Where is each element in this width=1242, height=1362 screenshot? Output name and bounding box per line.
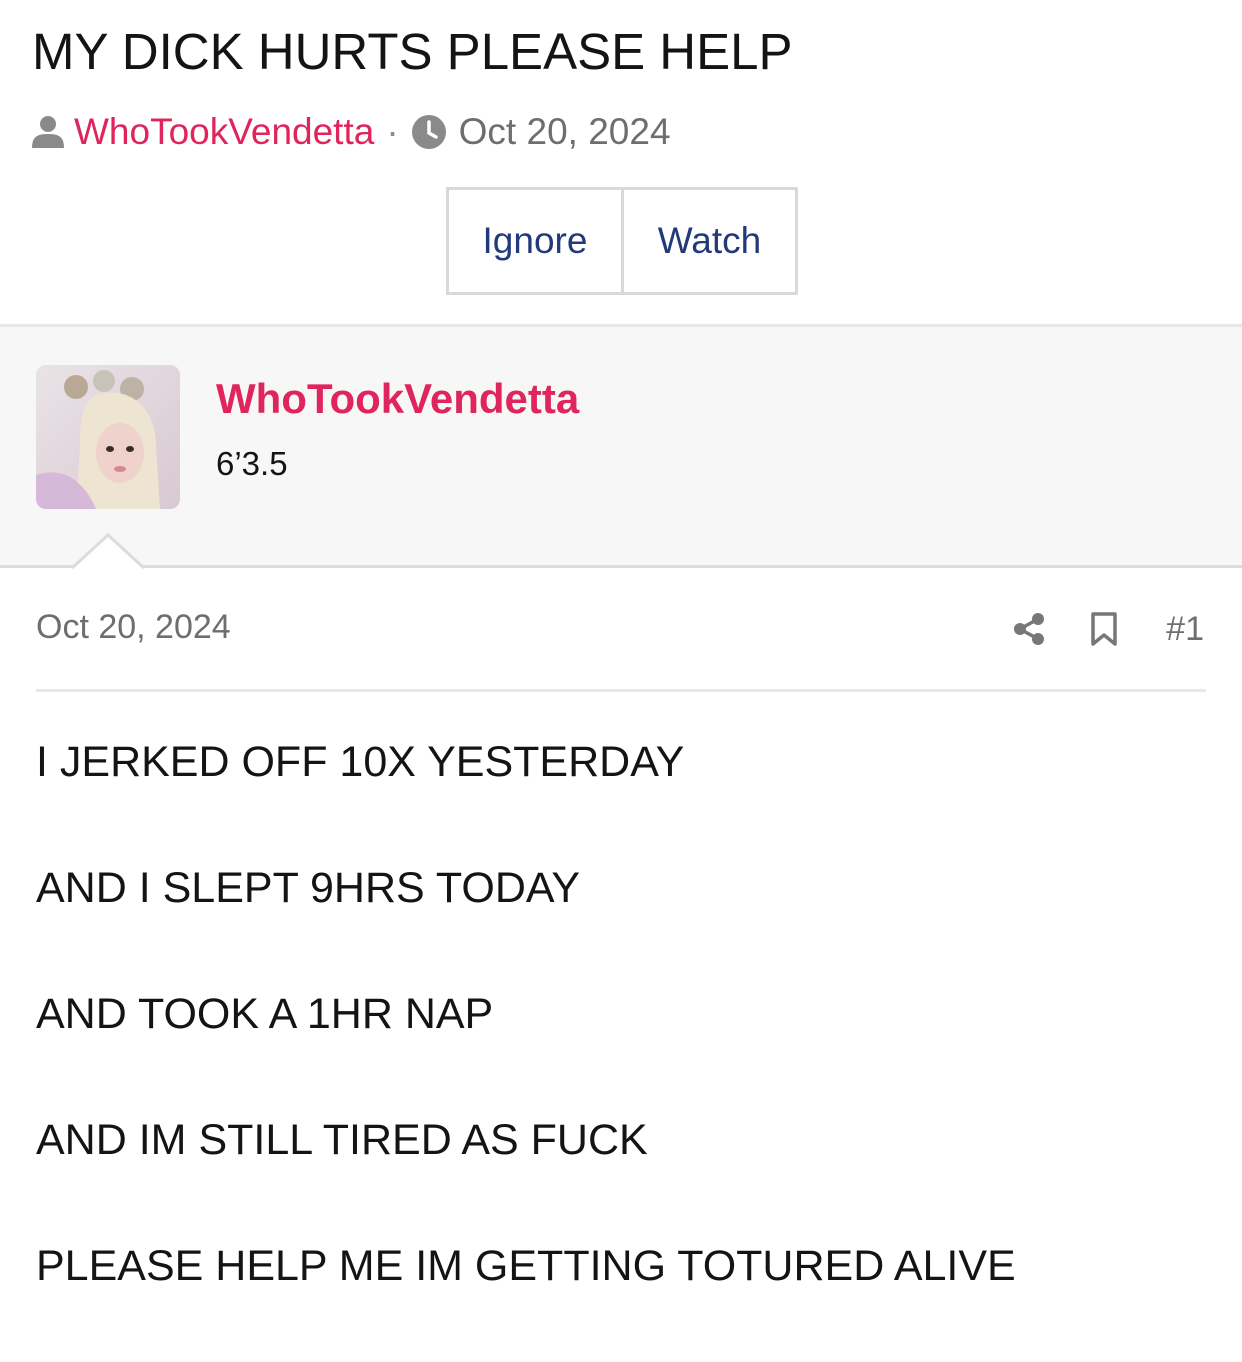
avatar[interactable] — [36, 365, 180, 509]
post-username[interactable]: WhoTookVendetta — [216, 375, 579, 423]
watch-button[interactable]: Watch — [624, 190, 795, 292]
post-divider — [36, 689, 1206, 692]
post-tools: #1 — [1012, 604, 1204, 654]
post-line: I JERKED OFF 10X YESTERDAY — [36, 738, 685, 786]
post-user-block: WhoTookVendetta 6’3.5 — [0, 324, 1242, 568]
share-icon[interactable] — [1012, 612, 1046, 646]
post-line: AND TOOK A 1HR NAP — [36, 990, 494, 1038]
post-line: PLEASE HELP ME IM GETTING TOTURED ALIVE — [36, 1242, 1016, 1290]
meta-separator: · — [386, 111, 399, 152]
thread-meta: WhoTookVendetta · Oct 20, 2024 — [30, 108, 671, 156]
message-pointer — [72, 532, 144, 570]
user-icon — [30, 114, 66, 150]
post-number-link[interactable]: #1 — [1166, 610, 1204, 649]
user-title: 6’3.5 — [216, 445, 288, 482]
thread-author-link[interactable]: WhoTookVendetta — [74, 111, 374, 153]
clock-icon — [411, 114, 447, 150]
thread-title: MY DICK HURTS PLEASE HELP — [32, 23, 793, 80]
thread-actions: Ignore Watch — [446, 187, 798, 295]
post-line: AND I SLEPT 9HRS TODAY — [36, 864, 581, 912]
post-line: AND IM STILL TIRED AS FUCK — [36, 1116, 648, 1164]
post-body: I JERKED OFF 10X YESTERDAY AND I SLEPT 9… — [36, 732, 1206, 1362]
post-date[interactable]: Oct 20, 2024 — [36, 608, 231, 647]
thread-date[interactable]: Oct 20, 2024 — [459, 111, 671, 153]
ignore-button[interactable]: Ignore — [449, 190, 624, 292]
bookmark-icon[interactable] — [1090, 611, 1118, 647]
